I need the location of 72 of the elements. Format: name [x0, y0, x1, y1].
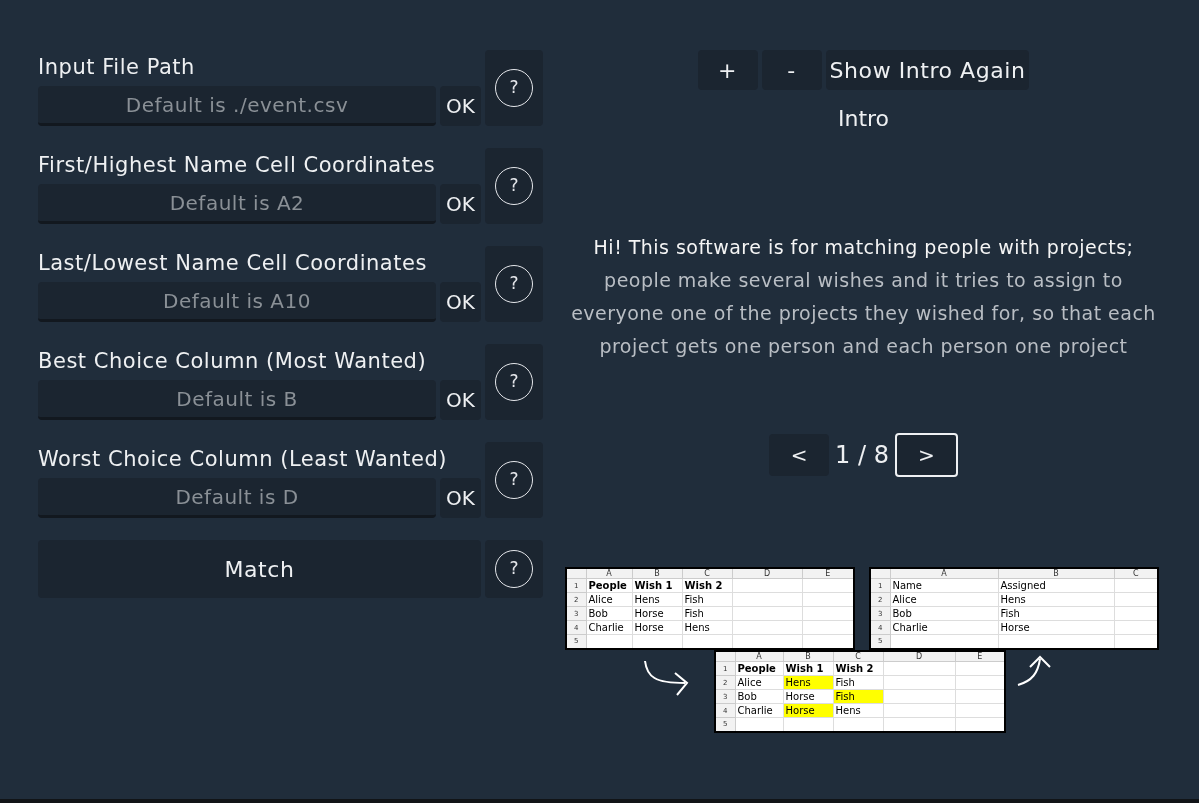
- help-button[interactable]: ?: [485, 246, 543, 322]
- column-header: E: [955, 651, 1005, 662]
- help-button[interactable]: ?: [485, 50, 543, 126]
- table-cell: Fish: [833, 675, 883, 690]
- column-header: C: [1114, 568, 1158, 579]
- table-cell: Horse: [632, 606, 682, 621]
- table-cell: Horse: [998, 620, 1114, 635]
- help-button[interactable]: ?: [485, 148, 543, 224]
- show-intro-button[interactable]: Show Intro Again: [825, 50, 1030, 90]
- table-cell: Bob: [586, 606, 632, 621]
- ok-button[interactable]: OK: [440, 282, 481, 322]
- table-cell: People: [586, 578, 632, 593]
- next-button[interactable]: >: [894, 433, 958, 477]
- column-header: A: [735, 651, 783, 662]
- intro-title: Intro: [837, 105, 890, 133]
- input-field[interactable]: Default is A10: [38, 282, 436, 322]
- previous-button[interactable]: <: [769, 434, 830, 476]
- page-counter: 1 / 8: [835, 440, 889, 471]
- column-header: C: [682, 568, 732, 579]
- table-cell: Fish: [682, 592, 732, 607]
- field-label: Last/Lowest Name Cell Coordinates: [38, 250, 428, 277]
- table-cell: Assigned: [998, 578, 1114, 593]
- table-cell: Horse: [632, 620, 682, 635]
- column-header: D: [883, 651, 955, 662]
- input-field[interactable]: Default is D: [38, 478, 436, 518]
- zoom-out-button[interactable]: -: [761, 50, 822, 90]
- table-cell: Charlie: [735, 703, 783, 718]
- help-button[interactable]: ?: [485, 442, 543, 518]
- input-field[interactable]: Default is B: [38, 380, 436, 420]
- column-header: A: [586, 568, 632, 579]
- table-cell: Fish: [682, 606, 732, 621]
- table-cell: Bob: [735, 689, 783, 704]
- field-label: Worst Choice Column (Least Wanted): [38, 446, 449, 473]
- input-field[interactable]: Default is A2: [38, 184, 436, 224]
- table-cell: Hens: [833, 703, 883, 718]
- ok-button[interactable]: OK: [440, 86, 481, 126]
- field-label: Best Choice Column (Most Wanted): [38, 348, 428, 375]
- table-cell: Name: [890, 578, 998, 593]
- column-header: E: [802, 568, 854, 579]
- column-header: B: [783, 651, 833, 662]
- table-cell: Alice: [890, 592, 998, 607]
- ok-button[interactable]: OK: [440, 380, 481, 420]
- ok-button[interactable]: OK: [440, 184, 481, 224]
- table-cell: Wish 1: [632, 578, 682, 593]
- field-label: Input File Path: [38, 54, 196, 81]
- table-cell: Charlie: [586, 620, 632, 635]
- help-button[interactable]: ?: [485, 540, 543, 598]
- ok-button[interactable]: OK: [440, 478, 481, 518]
- zoom-in-button[interactable]: +: [697, 50, 758, 90]
- table-cell: People: [735, 661, 783, 676]
- intro-text: Hi! This software is for matching people with projects; people make several wishes and it tries to assign to everyone one of the projects they wished for, so that each project gets one person and each person one project: [571, 235, 1156, 359]
- table-cell: Charlie: [890, 620, 998, 635]
- table-cell: Wish 1: [783, 661, 833, 676]
- field-label: First/Highest Name Cell Coordinates: [38, 152, 437, 179]
- column-header: C: [833, 651, 883, 662]
- table-cell: Fish: [998, 606, 1114, 621]
- table-cell: Hens: [998, 592, 1114, 607]
- table-cell: Hens: [632, 592, 682, 607]
- input-field[interactable]: Default is ./event.csv: [38, 86, 436, 126]
- table-cell: Alice: [586, 592, 632, 607]
- column-header: B: [632, 568, 682, 579]
- match-button[interactable]: Match: [38, 540, 481, 598]
- column-header: B: [998, 568, 1114, 579]
- table-cell: Bob: [890, 606, 998, 621]
- table-cell: Wish 2: [833, 661, 883, 676]
- column-header: D: [732, 568, 802, 579]
- table-cell: Horse: [783, 689, 833, 704]
- table-cell: Wish 2: [682, 578, 732, 593]
- table-cell: Alice: [735, 675, 783, 690]
- table-cell: Hens: [682, 620, 732, 635]
- help-button[interactable]: ?: [485, 344, 543, 420]
- column-header: A: [890, 568, 998, 579]
